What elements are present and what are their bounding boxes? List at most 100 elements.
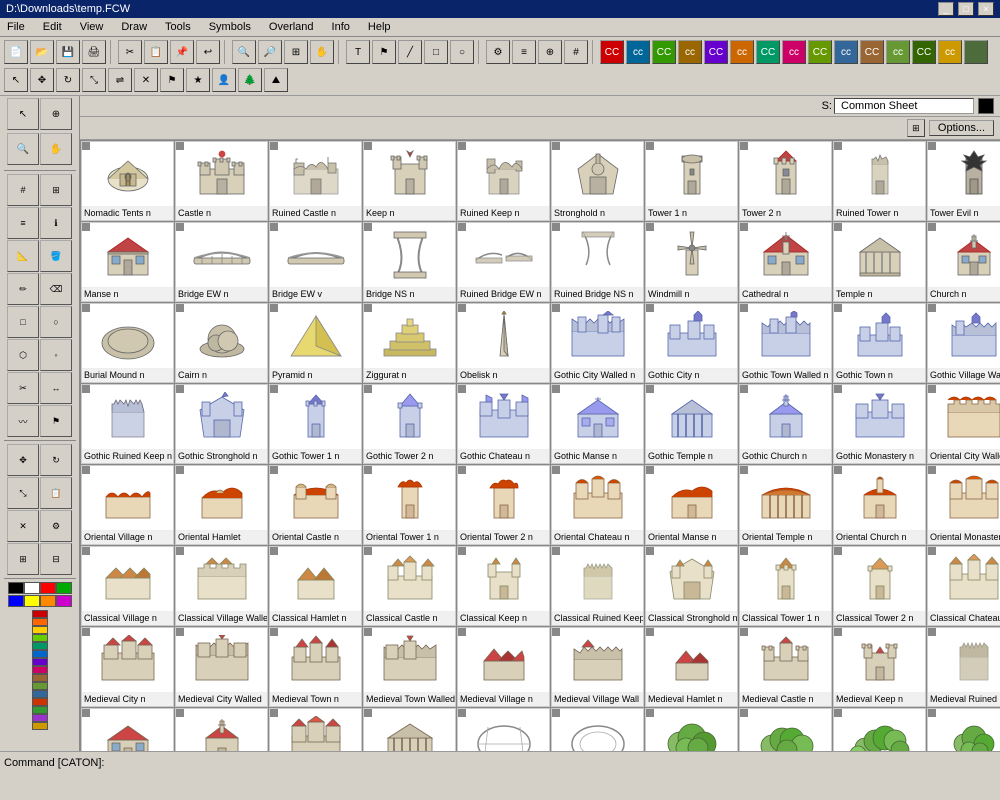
options-icon-btn[interactable]: ⊞: [907, 119, 925, 137]
symbol-cell-60[interactable]: Medieval City n: [81, 627, 174, 707]
tool-rotate2[interactable]: ↻: [40, 444, 72, 476]
symbol-cell-46[interactable]: Oriental Manse n: [645, 465, 738, 545]
symbol-cell-22[interactable]: Pyramid n: [269, 303, 362, 383]
symbol-cell-56[interactable]: Classical Stronghold n: [645, 546, 738, 626]
symbol-cell-20[interactable]: Burial Mound n: [81, 303, 174, 383]
tb-select[interactable]: ↖: [4, 68, 28, 92]
minimize-button[interactable]: _: [938, 2, 954, 16]
color-swatch-13[interactable]: [32, 714, 48, 722]
symbol-cell-19[interactable]: Church n: [927, 222, 1000, 302]
symbol-cell-12[interactable]: Bridge EW v: [269, 222, 362, 302]
tb-color-14[interactable]: cc: [938, 40, 962, 64]
tb-delete[interactable]: ✕: [134, 68, 158, 92]
menu-symbols[interactable]: Symbols: [206, 20, 254, 34]
symbol-cell-11[interactable]: Bridge EW n: [175, 222, 268, 302]
symbol-cell-71[interactable]: Medieval Church n: [175, 708, 268, 751]
symbol-cell-51[interactable]: Classical Village Walle: [175, 546, 268, 626]
symbol-cell-23[interactable]: Ziggurat n: [363, 303, 456, 383]
tb-print[interactable]: 🖨: [82, 40, 106, 64]
symbol-cell-4[interactable]: Ruined Keep n: [457, 141, 550, 221]
color-swatch-9[interactable]: [32, 682, 48, 690]
symbol-cell-55[interactable]: Classical Ruined Keep: [551, 546, 644, 626]
tb-rotate[interactable]: ↻: [56, 68, 80, 92]
symbol-cell-42[interactable]: Oriental Castle n: [269, 465, 362, 545]
symbol-cell-1[interactable]: Castle n: [175, 141, 268, 221]
color-blue[interactable]: [8, 595, 24, 607]
sheet-name-box[interactable]: Common Sheet: [834, 98, 974, 114]
tb-flag[interactable]: ⚑: [160, 68, 184, 92]
tool-pen[interactable]: ✏: [7, 273, 39, 305]
symbol-cell-15[interactable]: Ruined Bridge NS n: [551, 222, 644, 302]
symbol-cell-25[interactable]: Gothic City Walled n: [551, 303, 644, 383]
tb-color-11[interactable]: CC: [860, 40, 884, 64]
symbol-cell-10[interactable]: Manse n: [81, 222, 174, 302]
symbol-cell-52[interactable]: Classical Hamlet n: [269, 546, 362, 626]
symbol-cell-48[interactable]: Oriental Church n: [833, 465, 926, 545]
tb-color-15[interactable]: [964, 40, 988, 64]
color-orange[interactable]: [40, 595, 56, 607]
tool-delete[interactable]: ✕: [7, 510, 39, 542]
symbol-cell-7[interactable]: Tower 2 n: [739, 141, 832, 221]
menu-info[interactable]: Info: [329, 20, 353, 34]
symbol-cell-67[interactable]: Medieval Castle n: [739, 627, 832, 707]
close-button[interactable]: ×: [978, 2, 994, 16]
tb-color-10[interactable]: cc: [834, 40, 858, 64]
color-black[interactable]: [8, 582, 24, 594]
symbol-cell-0[interactable]: Nomadic Tents n: [81, 141, 174, 221]
symbol-cell-69[interactable]: Medieval Ruined Kee: [927, 627, 1000, 707]
color-yellow[interactable]: [24, 595, 40, 607]
symbol-cell-74[interactable]: Farmland: [457, 708, 550, 751]
color-swatch-5[interactable]: [32, 650, 48, 658]
symbol-cell-6[interactable]: Tower 1 n: [645, 141, 738, 221]
tool-group[interactable]: ⊞: [7, 543, 39, 575]
tb-move[interactable]: ✥: [30, 68, 54, 92]
symbol-cell-77[interactable]: Decid Forest: [739, 708, 832, 751]
tb-symbol[interactable]: ⚑: [372, 40, 396, 64]
symbol-cell-73[interactable]: Medieval Temple n: [363, 708, 456, 751]
tb-color-6[interactable]: cc: [730, 40, 754, 64]
tb-color-5[interactable]: CC: [704, 40, 728, 64]
symbol-cell-31[interactable]: Gothic Stronghold n: [175, 384, 268, 464]
maximize-button[interactable]: □: [958, 2, 974, 16]
color-swatch-14[interactable]: [32, 722, 48, 730]
symbol-cell-27[interactable]: Gothic Town Walled n: [739, 303, 832, 383]
symbol-cell-53[interactable]: Classical Castle n: [363, 546, 456, 626]
menu-tools[interactable]: Tools: [162, 20, 194, 34]
tool-symbol-btn[interactable]: ⚑: [40, 405, 72, 437]
symbol-cell-29[interactable]: Gothic Village Walled: [927, 303, 1000, 383]
tb-rect[interactable]: □: [424, 40, 448, 64]
menu-draw[interactable]: Draw: [118, 20, 150, 34]
tool-hand[interactable]: ✋: [40, 133, 72, 165]
tool-extend[interactable]: ↔: [40, 372, 72, 404]
tb-open[interactable]: 📂: [30, 40, 54, 64]
tb-mountain[interactable]: ⛰: [264, 68, 288, 92]
symbol-cell-72[interactable]: Medieval Monastery n: [269, 708, 362, 751]
color-swatch-1[interactable]: [32, 618, 48, 626]
symbol-cell-24[interactable]: Obelisk n: [457, 303, 550, 383]
tool-copy2[interactable]: 📋: [40, 477, 72, 509]
symbol-cell-36[interactable]: Gothic Temple n: [645, 384, 738, 464]
tool-select[interactable]: ↖: [7, 98, 39, 130]
tb-zoom-out[interactable]: 🔎: [258, 40, 282, 64]
symbol-cell-17[interactable]: Cathedral n: [739, 222, 832, 302]
color-swatch-4[interactable]: [32, 642, 48, 650]
tool-scale2[interactable]: ⤡: [7, 477, 39, 509]
tool-layer[interactable]: ≡: [7, 207, 39, 239]
color-swatch-12[interactable]: [32, 706, 48, 714]
symbol-cell-58[interactable]: Classical Tower 2 n: [833, 546, 926, 626]
tool-snap[interactable]: ⊞: [40, 174, 72, 206]
symbol-cell-64[interactable]: Medieval Village n: [457, 627, 550, 707]
color-swatch-6[interactable]: [32, 658, 48, 666]
symbol-cell-14[interactable]: Ruined Bridge EW n: [457, 222, 550, 302]
tool-measure[interactable]: 📐: [7, 240, 39, 272]
tb-line[interactable]: ╱: [398, 40, 422, 64]
tb-save[interactable]: 💾: [56, 40, 80, 64]
symbol-cell-59[interactable]: Classical Chateau n: [927, 546, 1000, 626]
color-white[interactable]: [24, 582, 40, 594]
tool-grid[interactable]: #: [7, 174, 39, 206]
symbol-cell-40[interactable]: Oriental Village n: [81, 465, 174, 545]
symbol-cell-37[interactable]: Gothic Church n: [739, 384, 832, 464]
tool-freehand[interactable]: 〰: [7, 405, 39, 437]
color-swatch-0[interactable]: [32, 610, 48, 618]
menu-file[interactable]: File: [4, 20, 28, 34]
